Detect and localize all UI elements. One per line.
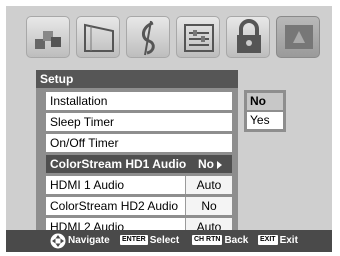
option-yes[interactable]: Yes — [247, 112, 283, 129]
menu-item-label: Installation — [50, 94, 108, 108]
menu-item-label: HDMI 1 Audio — [50, 178, 125, 192]
menu-item-sleep-timer[interactable]: Sleep Timer — [46, 113, 232, 131]
select-hint: ENTER Select — [120, 230, 179, 252]
menu-item-colorstream-hd1-audio[interactable]: ColorStream HD1 Audio No — [46, 155, 232, 173]
setup-menu: Installation Sleep Timer On/Off Timer Co… — [36, 88, 238, 250]
exit-key-icon: EXIT — [258, 235, 278, 246]
menu-item-label: Sleep Timer — [50, 115, 115, 129]
exit-hint: EXIT Exit — [258, 230, 298, 252]
menu-item-value: No — [185, 197, 232, 215]
preferences-icon[interactable] — [176, 16, 220, 58]
menu-item-label: ColorStream HD1 Audio — [50, 157, 187, 171]
menu-item-on-off-timer[interactable]: On/Off Timer — [46, 134, 232, 152]
category-icon-bar — [26, 16, 326, 62]
menu-item-colorstream-hd2-audio[interactable]: ColorStream HD2 Audio No — [46, 197, 232, 215]
option-list: No Yes — [244, 90, 286, 132]
menu-item-installation[interactable]: Installation — [46, 92, 232, 110]
tv-menu-screen: Setup Installation Sleep Timer On/Off Ti… — [0, 0, 340, 256]
exit-label: Exit — [279, 235, 298, 246]
footer-help-bar: Navigate ENTER Select CH RTN Back EXIT Exit — [6, 230, 332, 252]
arrow-right-icon — [217, 160, 222, 169]
option-no[interactable]: No — [247, 93, 283, 110]
back-hint: CH RTN Back — [192, 230, 248, 252]
picture-icon[interactable] — [26, 16, 70, 58]
navigate-label: Navigate — [68, 235, 110, 246]
lock-icon[interactable] — [226, 16, 270, 58]
menu-item-label: ColorStream HD2 Audio — [50, 199, 179, 213]
menu-item-hdmi1-audio[interactable]: HDMI 1 Audio Auto — [46, 176, 232, 194]
back-label: Back — [224, 235, 249, 246]
menu-title: Setup — [36, 70, 238, 88]
dpad-icon — [50, 233, 66, 249]
menu-item-label: On/Off Timer — [50, 136, 119, 150]
enter-key-icon: ENTER — [120, 235, 148, 246]
menu-panel: Setup Installation Sleep Timer On/Off Ti… — [6, 6, 332, 250]
audio-icon[interactable] — [126, 16, 170, 58]
menu-item-value: No — [198, 155, 232, 173]
setup-icon[interactable] — [276, 16, 320, 58]
screen-icon[interactable] — [76, 16, 120, 58]
menu-item-value: Auto — [185, 176, 232, 194]
ch-rtn-key-icon: CH RTN — [192, 235, 223, 246]
select-label: Select — [149, 235, 180, 246]
